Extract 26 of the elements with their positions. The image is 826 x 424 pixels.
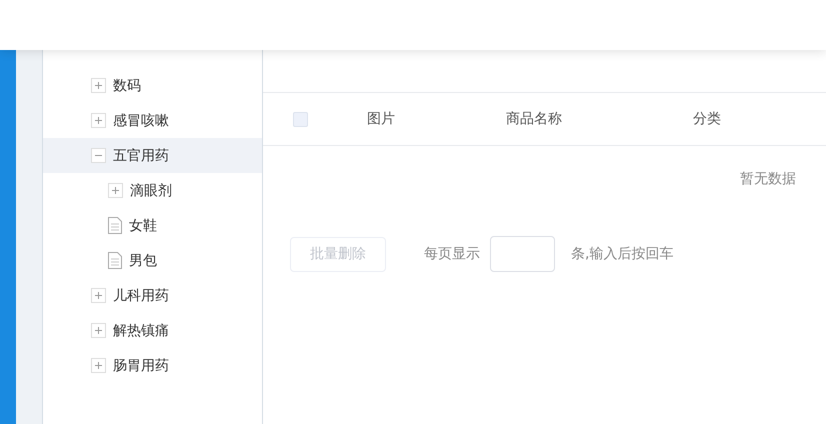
empty-message: 暂无数据 xyxy=(740,170,796,188)
column-header: 商品名称 xyxy=(506,111,562,127)
tree-item[interactable]: 感冒咳嗽 xyxy=(43,103,262,138)
tree-item[interactable]: 男包 xyxy=(43,243,262,278)
column-header: 分类 xyxy=(693,111,721,127)
document-icon xyxy=(108,252,122,269)
page-size-input[interactable] xyxy=(490,236,555,272)
tree-item[interactable]: 解热镇痛 xyxy=(43,313,262,348)
plus-icon[interactable] xyxy=(91,288,106,303)
tree-item[interactable]: 滴眼剂 xyxy=(43,173,262,208)
minus-icon[interactable] xyxy=(91,148,106,163)
tree-item[interactable]: 儿科用药 xyxy=(43,278,262,313)
plus-icon[interactable] xyxy=(91,323,106,338)
page-size-label: 每页显示 xyxy=(424,245,480,263)
select-all-checkbox[interactable] xyxy=(293,112,308,126)
plus-icon[interactable] xyxy=(91,113,106,128)
plus-icon[interactable] xyxy=(91,78,106,93)
tree-item[interactable]: 五官用药 xyxy=(43,138,262,173)
tree-item[interactable]: 肠胃用药 xyxy=(43,348,262,383)
tree-item[interactable]: 数码 xyxy=(43,68,262,103)
column-header: 图片 xyxy=(367,111,395,127)
plus-icon[interactable] xyxy=(108,183,123,198)
document-icon xyxy=(108,217,122,234)
plus-icon[interactable] xyxy=(91,358,106,373)
tree-item[interactable]: 女鞋 xyxy=(43,208,262,243)
page-size-hint: 条,输入后按回车 xyxy=(571,245,674,263)
